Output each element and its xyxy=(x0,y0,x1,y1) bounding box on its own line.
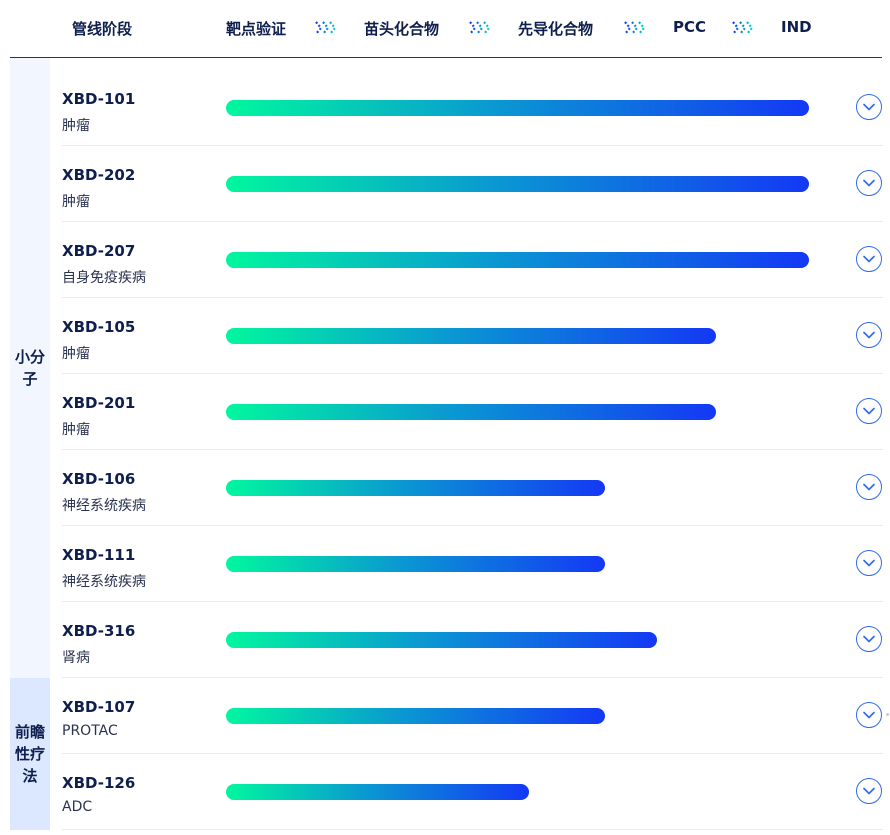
indication-label: 肿瘤 xyxy=(62,346,90,362)
indication-label: 神经系统疾病 xyxy=(62,574,146,590)
chevron-down-icon xyxy=(863,711,875,719)
expand-toggle-button[interactable] xyxy=(856,398,882,424)
indication-label: 自身免疫疾病 xyxy=(62,270,146,286)
triple-chevron-right-icon xyxy=(315,21,337,35)
pipeline-row: XBD-207 自身免疫疾病 xyxy=(62,222,883,298)
progress-bar xyxy=(226,784,530,800)
pipeline-row: XBD-202 肿瘤 xyxy=(62,146,883,222)
stage-hit-compound: 苗头化合物 xyxy=(364,20,440,38)
progress-track xyxy=(226,784,809,800)
triple-chevron-right-icon xyxy=(624,21,646,35)
progress-track xyxy=(226,556,809,572)
pipeline-row: XBD-101 肿瘤 xyxy=(62,70,883,146)
expand-toggle-button[interactable] xyxy=(856,550,882,576)
progress-bar xyxy=(226,708,605,724)
indication-label: 肿瘤 xyxy=(62,422,90,438)
chevron-down-icon xyxy=(863,103,875,111)
expand-toggle-button[interactable] xyxy=(856,626,882,652)
indication-label: PROTAC xyxy=(62,723,118,739)
expand-toggle-button[interactable] xyxy=(856,94,882,120)
progress-track xyxy=(226,328,809,344)
progress-bar xyxy=(226,100,809,116)
pipeline-stage-column-title: 管线阶段 xyxy=(72,20,133,38)
expand-toggle-button[interactable] xyxy=(856,322,882,348)
chevron-down-icon xyxy=(863,179,875,187)
category-frontier-therapy: 前瞻性疗法 xyxy=(10,678,50,830)
progress-track xyxy=(226,176,809,192)
drug-code: XBD-207 xyxy=(62,242,136,260)
pipeline-row: XBD-201 肿瘤 xyxy=(62,374,883,450)
progress-track xyxy=(226,100,809,116)
chevron-down-icon xyxy=(863,787,875,795)
scroll-indicator-dot xyxy=(886,713,889,716)
expand-toggle-button[interactable] xyxy=(856,474,882,500)
indication-label: 肿瘤 xyxy=(62,194,90,210)
pipeline-header: 管线阶段 靶点验证 苗头化合物 先导化合物 PCC IND xyxy=(10,0,882,58)
triple-chevron-right-icon xyxy=(469,21,491,35)
expand-toggle-button[interactable] xyxy=(856,702,882,728)
expand-toggle-button[interactable] xyxy=(856,170,882,196)
progress-bar xyxy=(226,176,809,192)
chevron-down-icon xyxy=(863,559,875,567)
progress-track xyxy=(226,708,809,724)
stage-pcc: PCC xyxy=(673,18,707,36)
indication-label: 神经系统疾病 xyxy=(62,498,146,514)
stage-ind: IND xyxy=(781,18,812,36)
stage-lead-compound: 先导化合物 xyxy=(518,20,594,38)
progress-track xyxy=(226,252,809,268)
progress-bar xyxy=(226,632,658,648)
triple-chevron-right-icon xyxy=(732,21,754,35)
pipeline-row: XBD-105 肿瘤 xyxy=(62,298,883,374)
drug-code: XBD-202 xyxy=(62,166,136,184)
pipeline-row: XBD-316 肾病 xyxy=(62,602,883,678)
drug-code: XBD-107 xyxy=(62,698,136,716)
indication-label: 肿瘤 xyxy=(62,118,90,134)
drug-code: XBD-106 xyxy=(62,470,136,488)
progress-bar xyxy=(226,480,605,496)
expand-toggle-button[interactable] xyxy=(856,778,882,804)
drug-code: XBD-201 xyxy=(62,394,136,412)
pipeline-row: XBD-107 PROTAC xyxy=(62,678,883,754)
chevron-down-icon xyxy=(863,483,875,491)
progress-bar xyxy=(226,328,716,344)
progress-bar xyxy=(226,252,809,268)
pipeline-row: XBD-111 神经系统疾病 xyxy=(62,526,883,602)
chevron-down-icon xyxy=(863,635,875,643)
progress-bar xyxy=(226,556,605,572)
progress-track xyxy=(226,632,809,648)
drug-code: XBD-105 xyxy=(62,318,136,336)
pipeline-row: XBD-126 ADC xyxy=(62,754,883,830)
indication-label: 肾病 xyxy=(62,650,90,666)
pipeline-row: XBD-106 神经系统疾病 xyxy=(62,450,883,526)
drug-code: XBD-101 xyxy=(62,90,136,108)
stage-target-validation: 靶点验证 xyxy=(226,20,287,38)
progress-track xyxy=(226,480,809,496)
category-label: 前瞻性疗法 xyxy=(14,723,45,785)
drug-code: XBD-111 xyxy=(62,546,136,564)
indication-label: ADC xyxy=(62,799,93,815)
drug-code: XBD-316 xyxy=(62,622,136,640)
chevron-down-icon xyxy=(863,331,875,339)
drug-code: XBD-126 xyxy=(62,774,136,792)
chevron-down-icon xyxy=(863,255,875,263)
category-label: 小分子 xyxy=(14,348,45,388)
progress-bar xyxy=(226,404,716,420)
progress-track xyxy=(226,404,809,420)
category-small-molecule: 小分子 xyxy=(10,58,50,678)
expand-toggle-button[interactable] xyxy=(856,246,882,272)
chevron-down-icon xyxy=(863,407,875,415)
